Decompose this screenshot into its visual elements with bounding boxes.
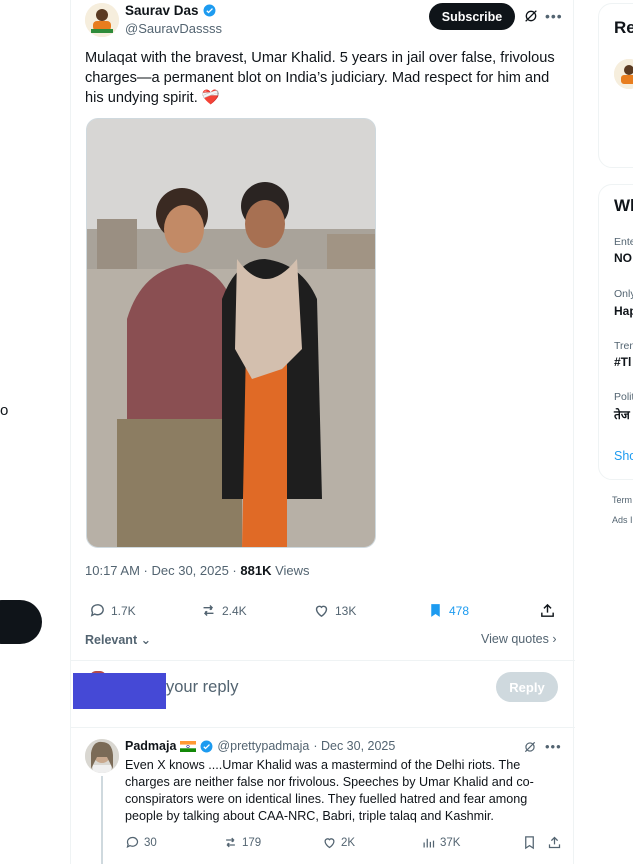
comment-text: Even X knows ....Umar Khalid was a maste…	[125, 758, 534, 823]
whats-happening-card: Wh Ente NO Only Hap Tren #Tl Polit तेज S…	[598, 184, 633, 480]
comment-date[interactable]: · Dec 30, 2025	[313, 739, 395, 753]
trend-name[interactable]: तेज	[614, 406, 630, 423]
share-icon	[541, 603, 554, 617]
post-button[interactable]	[0, 600, 42, 644]
more-icon[interactable]: •••	[545, 8, 563, 24]
trend-context: Polit	[614, 391, 633, 403]
card-title: Wh	[614, 196, 633, 215]
show-more-link[interactable]: Sho	[614, 449, 633, 463]
repost-icon	[203, 605, 214, 616]
like-icon	[315, 605, 328, 618]
bookmark-icon	[431, 604, 440, 617]
verified-badge-icon	[200, 740, 213, 752]
more-icon[interactable]: •••	[545, 739, 562, 754]
author-avatar[interactable]	[85, 3, 119, 37]
share-action[interactable]	[539, 602, 556, 619]
comment-views-count: 37K	[440, 836, 461, 849]
bookmark-action[interactable]: 478	[427, 602, 469, 619]
nav-cut-text[interactable]: o	[0, 402, 8, 419]
relevant-people-card: Re	[598, 3, 633, 168]
sort-replies-dropdown[interactable]: Relevant ⌄	[85, 632, 151, 647]
comment-reply-count: 30	[144, 836, 157, 849]
like-action[interactable]: 13K	[313, 602, 356, 619]
share-icon	[548, 836, 561, 849]
comment-actions: 30 179 2K 37K	[125, 835, 565, 853]
divider	[71, 727, 575, 728]
like-count: 13K	[335, 603, 357, 618]
chevron-right-icon: ›	[548, 632, 557, 646]
thread-line	[101, 776, 103, 864]
verified-badge-icon	[203, 4, 216, 17]
comment-share-action[interactable]	[547, 835, 562, 850]
post-text: Mulaqat with the bravest, Umar Khalid. 5…	[85, 50, 555, 106]
bookmark-count: 478	[449, 603, 470, 618]
like-icon	[324, 838, 335, 849]
comment-views-action[interactable]: 37K	[421, 835, 460, 850]
trend-context: Ente	[614, 236, 633, 248]
views-icon	[423, 838, 435, 848]
trend-name[interactable]: Hap	[614, 304, 633, 318]
author-name[interactable]: Saurav Das	[125, 3, 199, 18]
sort-label: Relevant	[85, 633, 138, 647]
post-timestamp[interactable]: 10:17 AM · Dec 30, 2025 · 881K Views	[85, 563, 310, 578]
trend-name[interactable]: NO	[614, 251, 632, 265]
chevron-down-icon: ⌄	[137, 633, 152, 647]
commenter-handle[interactable]: @prettypadmaja	[217, 739, 309, 753]
divider	[71, 660, 575, 661]
commenter-avatar[interactable]	[85, 739, 119, 773]
author-name-row[interactable]: Saurav Das	[125, 3, 216, 18]
reply-action[interactable]: 1.7K	[89, 602, 136, 619]
repost-action[interactable]: 2.4K	[200, 602, 247, 619]
comment-reply-action[interactable]: 30	[125, 835, 157, 850]
card-title: Re	[614, 18, 633, 37]
reply-count: 1.7K	[111, 603, 136, 618]
india-flag-icon	[180, 740, 197, 752]
trend-context: Only	[614, 288, 633, 300]
reply-input[interactable]: your reply	[166, 678, 238, 697]
suggested-avatar[interactable]	[614, 59, 633, 89]
redaction-block	[73, 673, 166, 709]
reply-icon	[90, 604, 104, 617]
reply-button[interactable]: Reply	[496, 672, 558, 702]
post-photo[interactable]	[86, 118, 376, 548]
comment-repost-count: 179	[242, 836, 262, 849]
repost-count: 2.4K	[222, 603, 247, 618]
comment-repost-action[interactable]: 179	[223, 835, 261, 850]
view-quotes-link[interactable]: View quotes ›	[481, 632, 557, 646]
post-time[interactable]: 10:17 AM · Dec 30, 2025 ·	[85, 563, 240, 578]
post-actions: 1.7K 2.4K 13K 478	[85, 602, 565, 624]
comment-like-action[interactable]: 2K	[322, 835, 355, 850]
repost-icon	[226, 837, 235, 848]
footer-terms-link[interactable]: Term	[612, 495, 632, 505]
footer-ads-link[interactable]: Ads I	[612, 515, 633, 525]
trend-name[interactable]: #Tl	[614, 355, 631, 369]
comment-header: Padmaja @prettypadmaja · Dec 30, 2025	[125, 739, 395, 753]
bookmark-icon	[525, 836, 534, 850]
comment-bookmark-action[interactable]	[522, 835, 537, 850]
author-handle[interactable]: @SauravDassss	[125, 21, 222, 36]
comment-like-count: 2K	[341, 836, 356, 849]
subscribe-button[interactable]: Subscribe	[429, 3, 515, 30]
reply-icon	[126, 836, 139, 849]
views-label: Views	[271, 563, 310, 578]
main-timeline: Saurav Das @SauravDassss Subscribe ••• M…	[70, 0, 575, 864]
view-quotes-label: View quotes	[481, 632, 549, 646]
left-nav-rail: o	[0, 0, 70, 864]
grok-icon[interactable]	[523, 8, 539, 24]
views-count: 881K	[240, 563, 272, 578]
trend-context: Tren	[614, 340, 633, 352]
right-sidebar: Re Wh Ente NO Only Hap Tren #Tl Polit ते…	[598, 0, 633, 864]
grok-icon[interactable]	[523, 740, 537, 754]
commenter-name[interactable]: Padmaja	[125, 739, 176, 753]
